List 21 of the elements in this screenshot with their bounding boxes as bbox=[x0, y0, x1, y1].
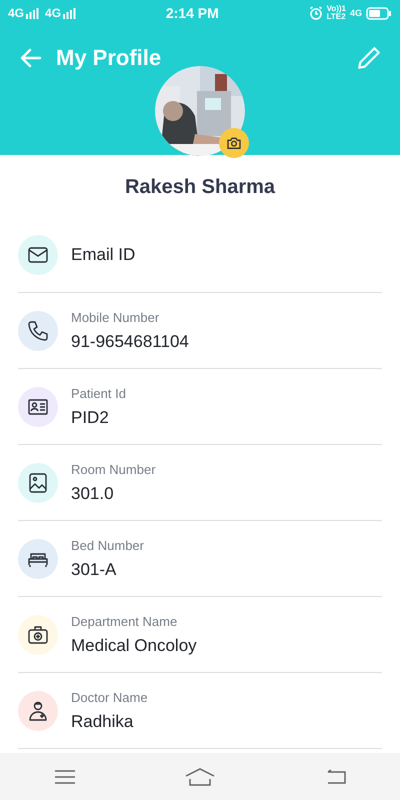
field-label: Mobile Number bbox=[71, 310, 160, 324]
field-value: Medical Oncoloy bbox=[71, 636, 197, 656]
network-label: 4G bbox=[45, 6, 62, 20]
network-label: 4G bbox=[350, 8, 362, 18]
field-value: 91-9654681104 bbox=[71, 332, 189, 352]
network-label: 4G bbox=[8, 6, 24, 20]
field-value: 301.0 bbox=[71, 484, 115, 504]
status-time: 2:14 PM bbox=[164, 5, 220, 21]
profile-name: Rakesh Sharma bbox=[124, 176, 276, 199]
field-label: Doctor Name bbox=[71, 690, 148, 704]
field-label: Patient Id bbox=[71, 386, 126, 400]
field-value: PID2 bbox=[71, 408, 110, 428]
volte-label: Vo))1 bbox=[326, 5, 346, 13]
lte-label: LTE2 bbox=[326, 13, 346, 21]
field-value: Email ID bbox=[71, 244, 136, 264]
field-label: Room Number bbox=[71, 462, 156, 476]
field-label: Department Name bbox=[71, 614, 178, 628]
field-label: Bed Number bbox=[71, 538, 144, 552]
field-value: 301-A bbox=[71, 560, 118, 580]
page-title: My Profile bbox=[56, 45, 162, 71]
field-value: Radhika bbox=[71, 712, 134, 732]
